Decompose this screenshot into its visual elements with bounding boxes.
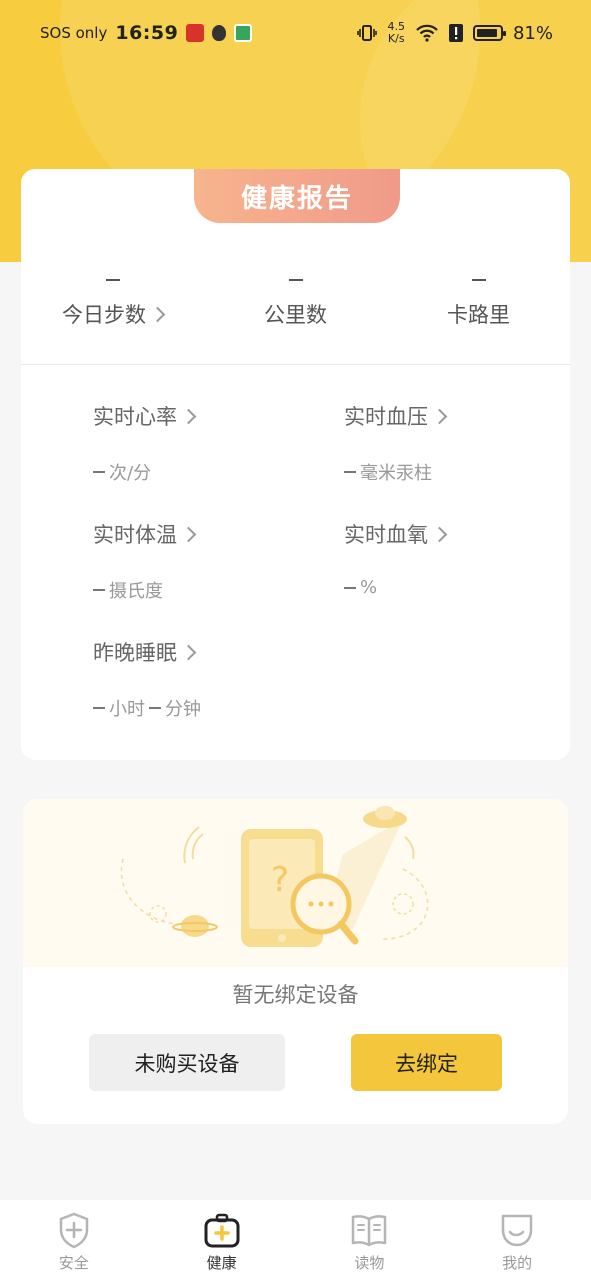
notification-app-icon: [234, 24, 253, 42]
shield-plus-icon: [59, 1212, 89, 1249]
tab-health[interactable]: 健康: [148, 1200, 296, 1280]
metric-title: 实时血氧: [344, 519, 564, 549]
report-title: 健康报告: [240, 183, 353, 214]
phone-search-illustration: ?: [120, 806, 429, 947]
metric-temperature[interactable]: 实时体温 摄氏度: [93, 519, 313, 603]
empty-value-dash: [344, 586, 356, 589]
wifi-icon: [416, 24, 438, 42]
face-icon: [501, 1214, 533, 1247]
first-aid-kit-icon: [204, 1213, 240, 1248]
notification-app-icon: [186, 24, 205, 42]
security-shield-icon: [212, 25, 227, 41]
carrier-text: SOS only: [40, 24, 108, 42]
metric-temperature-unit: 摄氏度: [109, 581, 163, 602]
chevron-right-icon: [180, 408, 197, 424]
tab-safety[interactable]: 安全: [0, 1200, 148, 1280]
vibrate-icon: [357, 25, 378, 41]
open-book-icon: [352, 1215, 387, 1247]
metric-blood-pressure[interactable]: 实时血压 毫米汞柱: [344, 401, 564, 485]
svg-text:?: ?: [271, 860, 289, 900]
no-device-text: 暂无绑定设备: [232, 983, 359, 1007]
tab-mine[interactable]: 我的: [443, 1200, 591, 1280]
metric-sleep-minutes-unit: 分钟: [165, 699, 201, 720]
empty-value-dash: [93, 707, 105, 709]
metric-blood-oxygen[interactable]: 实时血氧 %: [344, 519, 564, 598]
stat-calories: 卡路里: [387, 267, 570, 347]
stat-distance-label: 公里数: [264, 303, 327, 327]
empty-value-dash: [344, 471, 356, 473]
empty-value-dash: [93, 471, 105, 473]
metric-blood-pressure-title: 实时血压: [344, 405, 428, 429]
chevron-right-icon: [149, 306, 166, 322]
metric-sleep-title: 昨晚睡眠: [93, 641, 177, 665]
health-report-card: 健康报告 今日步数 公里数 卡路里 实时心率 次/分 实时血压 毫米汞柱 实时体…: [21, 169, 570, 760]
chevron-right-icon: [180, 526, 197, 542]
metric-heart-rate[interactable]: 实时心率 次/分: [93, 401, 313, 485]
stat-steps[interactable]: 今日步数: [21, 267, 204, 347]
stat-label: 今日步数: [62, 299, 166, 329]
bind-device-button[interactable]: 去绑定: [351, 1034, 502, 1091]
network-speed-unit: K/s: [387, 32, 405, 45]
metric-sleep[interactable]: 昨晚睡眠 小时 分钟: [93, 637, 313, 721]
metric-heart-rate-title: 实时心率: [93, 405, 177, 429]
report-title-tab: 健康报告: [194, 169, 400, 223]
divider: [21, 364, 570, 365]
chevron-right-icon: [431, 526, 448, 542]
stat-empty-dash: [105, 279, 120, 281]
battery-icon: [472, 25, 506, 41]
metric-value: %: [344, 577, 564, 598]
metric-title: 昨晚睡眠: [93, 637, 313, 667]
device-binding-card: ? 暂无绑定设备 未购买设备 去绑定: [23, 799, 568, 1124]
clock: 16:59: [115, 22, 179, 44]
metric-heart-rate-unit: 次/分: [109, 463, 152, 484]
metric-value: 摄氏度: [93, 577, 313, 603]
metric-blood-oxygen-title: 实时血氧: [344, 523, 428, 547]
tab-label: 安全: [58, 1254, 89, 1272]
metric-sleep-hours-unit: 小时: [109, 699, 145, 720]
battery-percentage: 81%: [512, 22, 553, 44]
tab-label: 读物: [354, 1254, 385, 1272]
network-speed: 4.5 K/s: [387, 21, 405, 45]
metric-value: 次/分: [93, 459, 313, 485]
stat-empty-dash: [288, 279, 303, 281]
stat-calories-label: 卡路里: [447, 303, 510, 327]
status-bar: SOS only 16:59 4.5 K/s 81%: [0, 0, 591, 66]
no-device-illustration: ?: [23, 799, 568, 967]
stat-steps-label: 今日步数: [62, 303, 146, 327]
metric-title: 实时血压: [344, 401, 564, 431]
alert-icon: [448, 24, 463, 42]
metric-title: 实时体温: [93, 519, 313, 549]
metric-value: 小时 分钟: [93, 695, 313, 721]
stat-empty-dash: [471, 279, 486, 281]
tab-reading[interactable]: 读物: [296, 1200, 444, 1280]
stat-distance: 公里数: [204, 267, 387, 347]
daily-stats-row: 今日步数 公里数 卡路里: [21, 267, 570, 347]
metric-value: 毫米汞柱: [344, 459, 564, 485]
metric-blood-oxygen-unit: %: [360, 577, 378, 598]
tab-label: 我的: [502, 1254, 533, 1272]
bottom-tab-bar: 安全 健康 读物 我的: [0, 1200, 591, 1280]
metric-blood-pressure-unit: 毫米汞柱: [360, 463, 432, 484]
chevron-right-icon: [180, 644, 197, 660]
metric-temperature-title: 实时体温: [93, 523, 177, 547]
empty-value-dash: [93, 589, 105, 591]
tab-label: 健康: [206, 1254, 237, 1272]
metric-title: 实时心率: [93, 401, 313, 431]
chevron-right-icon: [431, 408, 448, 424]
empty-value-dash: [149, 707, 161, 709]
not-purchased-button[interactable]: 未购买设备: [89, 1034, 285, 1091]
